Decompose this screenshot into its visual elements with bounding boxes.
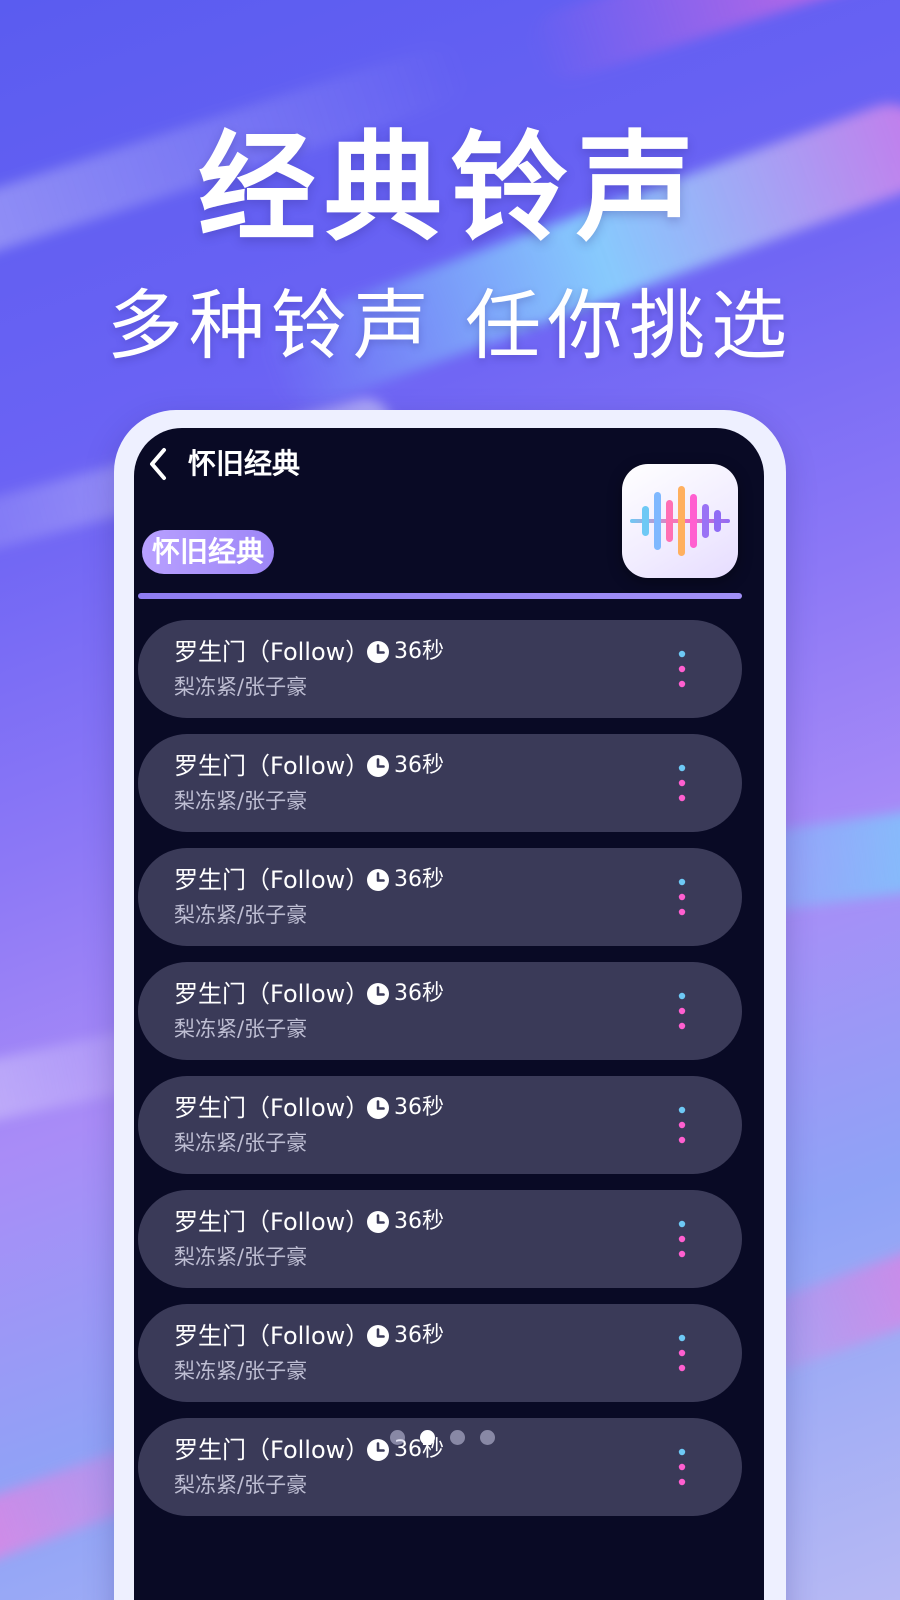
clock-icon: [367, 1097, 389, 1119]
track-duration: 36秒: [394, 867, 444, 892]
clock-icon: [367, 1325, 389, 1347]
more-options-icon[interactable]: [674, 648, 690, 690]
carousel-dot[interactable]: [420, 1430, 435, 1445]
track-duration: 36秒: [394, 1209, 444, 1234]
clock-icon: [367, 755, 389, 777]
promo-headline: 经典铃声: [197, 119, 702, 257]
track-title: 罗生门（Follow）: [174, 980, 370, 1008]
chevron-left-icon: [150, 448, 166, 480]
clock-icon: [367, 983, 389, 1005]
track-row[interactable]: 罗生门（Follow） 36秒 梨冻紧/张子豪: [138, 848, 742, 946]
more-options-icon[interactable]: [674, 1218, 690, 1260]
track-title: 罗生门（Follow）: [174, 1094, 370, 1122]
track-title: 罗生门（Follow）: [174, 1322, 370, 1350]
page-title: 怀旧经典: [188, 447, 301, 480]
more-options-icon[interactable]: [674, 1104, 690, 1146]
carousel-dot[interactable]: [480, 1430, 495, 1445]
track-row[interactable]: 罗生门（Follow） 36秒 梨冻紧/张子豪: [138, 962, 742, 1060]
track-title: 罗生门（Follow）: [174, 1436, 370, 1464]
track-artist: 梨冻紧/张子豪: [174, 1359, 308, 1383]
phone-screen: 怀旧经典 怀旧经典 罗生门（Follow） 36秒 梨冻紧/张子豪 罗生门（Fo…: [134, 428, 764, 1600]
track-row[interactable]: 罗生门（Follow） 36秒 梨冻紧/张子豪: [138, 620, 742, 718]
track-artist: 梨冻紧/张子豪: [174, 1473, 308, 1497]
clock-icon: [367, 869, 389, 891]
light-streak: [521, 0, 900, 89]
track-artist: 梨冻紧/张子豪: [174, 1017, 308, 1041]
track-artist: 梨冻紧/张子豪: [174, 675, 308, 699]
back-button[interactable]: [140, 442, 176, 486]
track-artist: 梨冻紧/张子豪: [174, 1131, 308, 1155]
clock-icon: [367, 641, 389, 663]
clock-icon: [367, 1211, 389, 1233]
track-duration: 36秒: [394, 753, 444, 778]
more-options-icon[interactable]: [674, 762, 690, 804]
track-row[interactable]: 罗生门（Follow） 36秒 梨冻紧/张子豪: [138, 734, 742, 832]
promo-background: 经典铃声 多种铃声 任你挑选 怀旧经典 怀旧经典 罗生门（Follow） 36秒…: [0, 0, 900, 1600]
more-options-icon[interactable]: [674, 1446, 690, 1488]
track-duration: 36秒: [394, 639, 444, 664]
more-options-icon[interactable]: [674, 990, 690, 1032]
track-artist: 梨冻紧/张子豪: [174, 903, 308, 927]
carousel-dot[interactable]: [390, 1430, 405, 1445]
track-title: 罗生门（Follow）: [174, 1208, 370, 1236]
track-duration: 36秒: [394, 1323, 444, 1348]
track-artist: 梨冻紧/张子豪: [174, 1245, 308, 1269]
tab-underline: [138, 593, 742, 599]
track-row[interactable]: 罗生门（Follow） 36秒 梨冻紧/张子豪: [138, 1190, 742, 1288]
more-options-icon[interactable]: [674, 1332, 690, 1374]
more-options-icon[interactable]: [674, 876, 690, 918]
track-row[interactable]: 罗生门（Follow） 36秒 梨冻紧/张子豪: [138, 1304, 742, 1402]
waveform-icon: [622, 464, 738, 578]
track-duration: 36秒: [394, 1095, 444, 1120]
track-title: 罗生门（Follow）: [174, 752, 370, 780]
track-title: 罗生门（Follow）: [174, 638, 370, 666]
promo-subheadline: 多种铃声 任你挑选: [106, 281, 794, 370]
track-title: 罗生门（Follow）: [174, 866, 370, 894]
track-row[interactable]: 罗生门（Follow） 36秒 梨冻紧/张子豪: [138, 1076, 742, 1174]
track-artist: 梨冻紧/张子豪: [174, 789, 308, 813]
carousel-dots: [390, 1430, 500, 1446]
track-duration: 36秒: [394, 981, 444, 1006]
clock-icon: [367, 1439, 389, 1461]
carousel-dot[interactable]: [450, 1430, 465, 1445]
track-list: 罗生门（Follow） 36秒 梨冻紧/张子豪 罗生门（Follow） 36秒 …: [138, 620, 742, 1532]
category-tag[interactable]: 怀旧经典: [142, 530, 275, 574]
